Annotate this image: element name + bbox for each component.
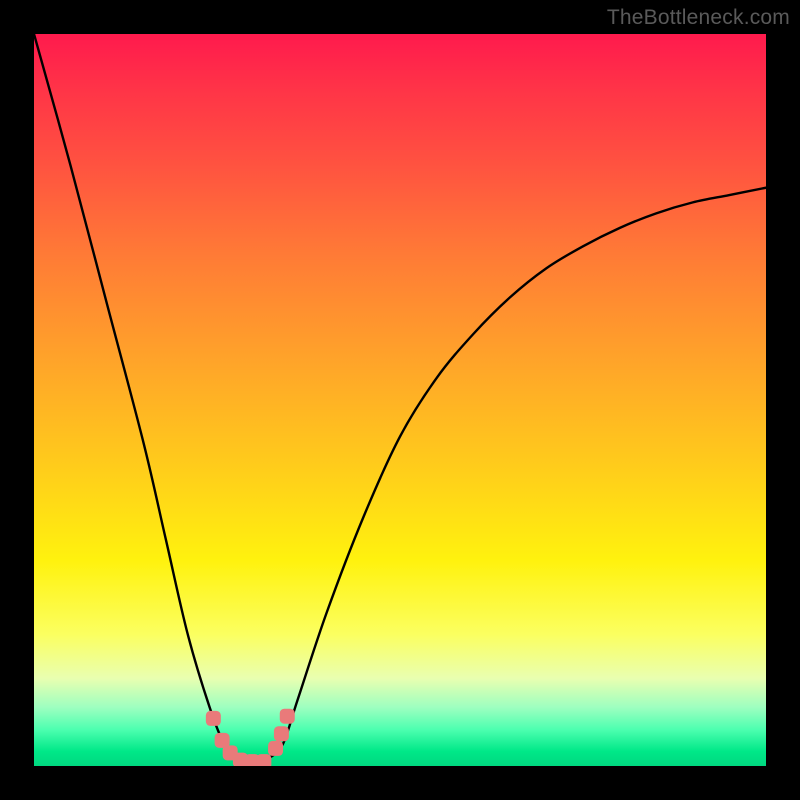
highlight-markers (206, 709, 295, 766)
chart-frame: TheBottleneck.com (0, 0, 800, 800)
bottleneck-curve (34, 34, 766, 766)
watermark-text: TheBottleneck.com (607, 6, 790, 30)
marker-dot (256, 754, 271, 766)
marker-dot (206, 711, 221, 726)
marker-dot (280, 709, 295, 724)
marker-dot (274, 726, 289, 741)
plot-area (34, 34, 766, 766)
curve-svg (34, 34, 766, 766)
marker-dot (268, 741, 283, 756)
